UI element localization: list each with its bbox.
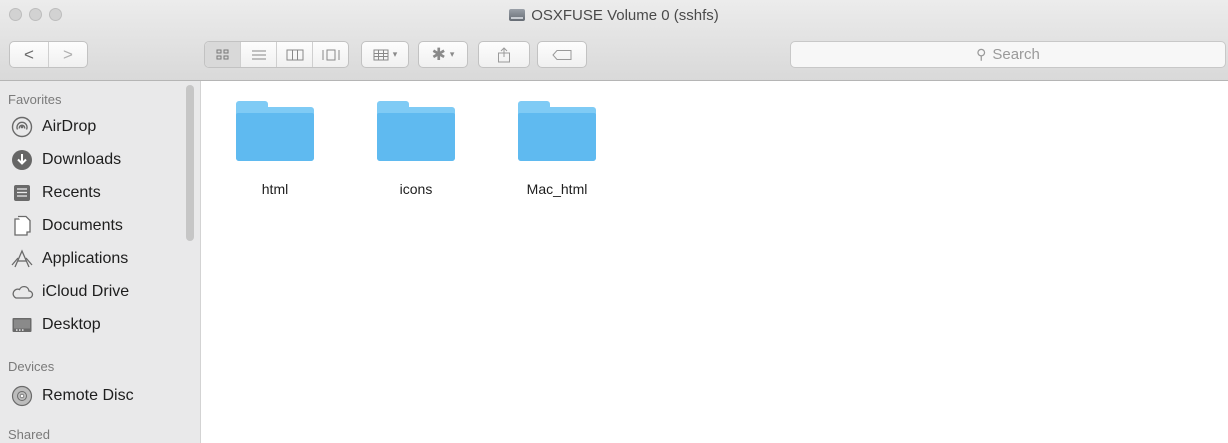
folder-icon	[377, 101, 455, 161]
shared-header: Shared	[8, 427, 50, 442]
folder-item-html[interactable]: html	[220, 101, 330, 197]
nav-buttons: < >	[9, 41, 88, 68]
volume-icon	[509, 9, 526, 21]
folder-item-icons[interactable]: icons	[361, 101, 471, 197]
applications-icon	[8, 248, 36, 270]
view-mode-control	[204, 41, 349, 68]
sidebar-item-label: Downloads	[42, 151, 122, 168]
remote-disc-icon	[8, 385, 36, 407]
column-view-icon	[286, 49, 303, 60]
share-icon	[498, 46, 510, 62]
icloud-icon	[8, 281, 36, 303]
column-view-button[interactable]	[276, 42, 312, 67]
folder-name: Mac_html	[526, 181, 588, 197]
window-title-area: OSXFUSE Volume 0 (sshfs)	[0, 7, 1228, 24]
documents-icon	[8, 215, 36, 237]
devices-header: Devices	[8, 359, 55, 374]
list-view-button[interactable]	[240, 42, 276, 67]
sidebar-item-applications[interactable]: Applications	[8, 244, 128, 274]
sidebar-item-downloads[interactable]: Downloads	[8, 145, 121, 175]
arrange-icon	[373, 49, 389, 60]
folder-name: icons	[399, 181, 433, 197]
tags-button[interactable]	[537, 41, 587, 68]
sidebar-item-label: Desktop	[42, 316, 101, 333]
folder-name: html	[261, 181, 289, 197]
sidebar-item-desktop[interactable]: Desktop	[8, 310, 101, 340]
downloads-icon	[8, 149, 36, 171]
search-placeholder: Search	[992, 46, 1040, 63]
share-button[interactable]	[478, 41, 530, 68]
gallery-view-icon	[322, 49, 339, 60]
tag-icon	[552, 49, 572, 60]
folder-item-mac-html[interactable]: Mac_html	[502, 101, 612, 197]
sidebar-item-label: Applications	[42, 250, 129, 267]
arrange-button[interactable]: ▾	[361, 41, 409, 68]
sidebar-item-documents[interactable]: Documents	[8, 211, 123, 241]
sidebar-scrollbar[interactable]	[186, 85, 194, 241]
list-view-icon	[251, 50, 266, 59]
sidebar: Favorites AirDrop Downloads Recents Docu…	[0, 81, 201, 443]
sidebar-item-label: Recents	[42, 184, 101, 201]
favorites-header: Favorites	[8, 92, 62, 107]
folder-icon	[518, 101, 596, 161]
sidebar-item-label: AirDrop	[42, 118, 97, 135]
recents-icon	[8, 182, 36, 204]
folder-icon	[236, 101, 314, 161]
sidebar-item-icloud-drive[interactable]: iCloud Drive	[8, 277, 129, 307]
forward-button[interactable]: >	[48, 42, 87, 67]
desktop-icon	[8, 314, 36, 336]
sidebar-item-airdrop[interactable]: AirDrop	[8, 112, 96, 142]
search-icon: ⚲	[976, 46, 987, 62]
chevron-down-icon: ▾	[449, 49, 455, 59]
icon-view-button[interactable]	[205, 42, 240, 67]
window-title: OSXFUSE Volume 0 (sshfs)	[531, 7, 719, 24]
airdrop-icon	[8, 116, 36, 138]
file-browser: html icons Mac_html	[201, 81, 1228, 443]
action-button[interactable]: ✱ ▾	[418, 41, 468, 68]
gear-icon: ✱	[431, 44, 446, 64]
sidebar-item-remote-disc[interactable]: Remote Disc	[8, 381, 134, 411]
back-button[interactable]: <	[10, 42, 48, 67]
sidebar-item-recents[interactable]: Recents	[8, 178, 101, 208]
search-field[interactable]: ⚲ Search	[790, 41, 1226, 68]
sidebar-item-label: Remote Disc	[42, 387, 134, 404]
finder-window: OSXFUSE Volume 0 (sshfs) < > ▾ ✱ ▾ ⚲ Sea…	[0, 0, 1228, 443]
sidebar-item-label: iCloud Drive	[42, 283, 130, 300]
icon-view-icon	[216, 49, 228, 59]
title-toolbar: OSXFUSE Volume 0 (sshfs) < > ▾ ✱ ▾ ⚲ Sea…	[0, 0, 1228, 81]
gallery-view-button[interactable]	[312, 42, 348, 67]
chevron-down-icon: ▾	[392, 49, 398, 59]
sidebar-item-label: Documents	[42, 217, 123, 234]
